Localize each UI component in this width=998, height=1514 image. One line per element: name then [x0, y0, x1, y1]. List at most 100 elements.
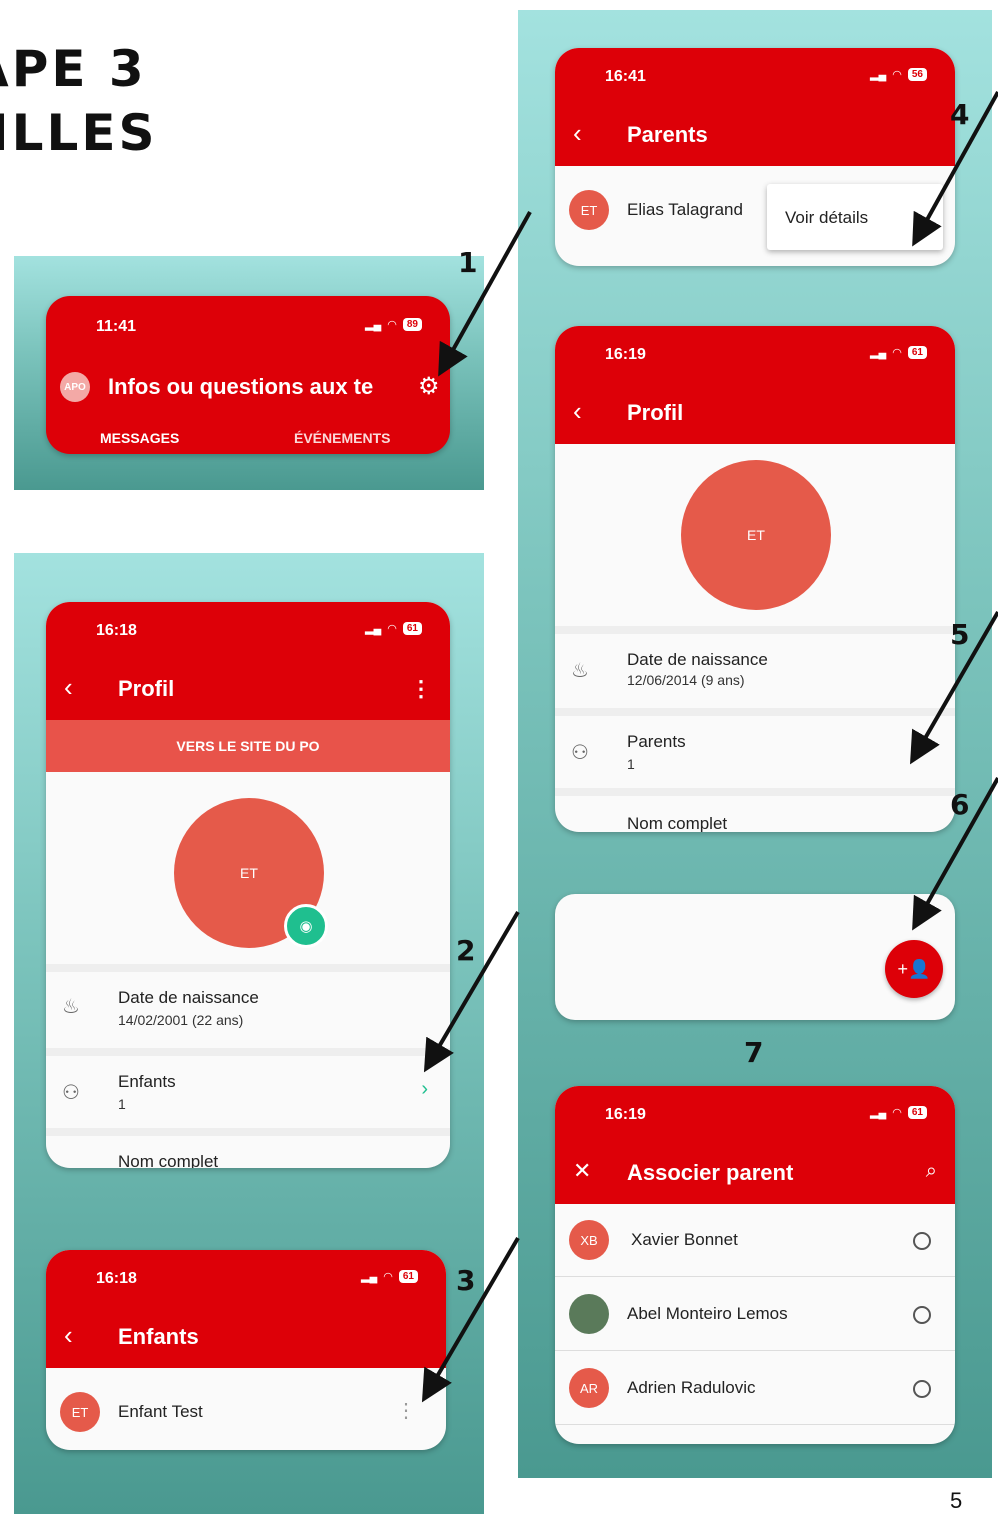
- divider: [555, 788, 955, 796]
- status-time: 16:19: [605, 346, 646, 363]
- signal-icon: ▂▄: [365, 319, 382, 331]
- screen-profil-parent: 16:18 ▂▄ ◠ 61 ‹ Profil ⋮ VERS LE SITE DU…: [46, 602, 450, 1168]
- battery-icon: 89: [402, 318, 422, 331]
- divider: [555, 1276, 955, 1277]
- step-number-4: 4: [950, 98, 970, 131]
- header-title: Profil: [627, 400, 684, 425]
- chevron-right-icon: ›: [421, 1078, 428, 1100]
- screen-parents: 16:41 ▂▄ ◠ 56 ‹ Parents ET Elias Talagra…: [555, 48, 955, 266]
- battery-icon: 56: [907, 68, 927, 81]
- parent-name[interactable]: Elias Talagrand: [627, 200, 743, 220]
- context-menu: Voir détails: [767, 184, 943, 250]
- screen-profil-child: 16:19 ▂▄ ◠ 61 ‹ Profil ET ♨ Date de nais…: [555, 326, 955, 832]
- wifi-icon: ◠: [383, 1271, 393, 1283]
- search-icon[interactable]: ⌕: [926, 1160, 937, 1183]
- signal-icon: ▂▄: [870, 347, 887, 359]
- birth-value: 14/02/2001 (22 ans): [118, 1012, 244, 1028]
- list-item[interactable]: Abel Monteiro Lemos: [555, 1278, 955, 1352]
- screen-enfants: 16:18 ▂▄ ◠ 61 ‹ Enfants ET Enfant Test ⋮: [46, 1250, 446, 1450]
- divider: [555, 1350, 955, 1351]
- child-name[interactable]: Enfant Test: [118, 1402, 203, 1422]
- status-time: 16:18: [96, 622, 137, 639]
- status-time: 16:41: [605, 68, 646, 85]
- header: 16:41 ▂▄ ◠ 56 ‹ Parents: [555, 48, 955, 166]
- fullname-label: Nom complet: [627, 814, 728, 832]
- parent-avatar: ET: [569, 190, 609, 230]
- header: 16:18 ▂▄ ◠ 61 ‹ Profil ⋮: [46, 602, 450, 720]
- step-number-3: 3: [456, 1264, 476, 1297]
- status-icons: ▂▄ ◠ 61: [870, 1106, 927, 1119]
- family-icon: ⚇: [62, 1082, 80, 1104]
- close-icon[interactable]: ✕: [573, 1158, 591, 1184]
- status-time: 16:18: [96, 1270, 137, 1287]
- step-number-6: 6: [950, 788, 970, 821]
- profile-avatar: ET: [681, 460, 831, 610]
- status-time: 16:19: [605, 1106, 646, 1123]
- wifi-icon: ◠: [892, 1107, 902, 1119]
- menu-item-view-details[interactable]: Voir détails: [785, 208, 868, 228]
- site-link-banner[interactable]: VERS LE SITE DU PO: [46, 720, 450, 772]
- divider: [46, 964, 450, 972]
- status-icons: ▂▄ ◠ 61: [361, 1270, 418, 1283]
- status-time: 11:41: [96, 318, 137, 335]
- divider: [555, 1424, 955, 1425]
- back-icon[interactable]: ‹: [64, 1320, 73, 1351]
- battery-icon: 61: [907, 1106, 927, 1119]
- battery-icon: 61: [398, 1270, 418, 1283]
- wifi-icon: ◠: [387, 319, 397, 331]
- person-name: Abel Monteiro Lemos: [627, 1304, 788, 1323]
- more-vert-icon[interactable]: ⋮: [410, 676, 432, 702]
- divider: [46, 1048, 450, 1056]
- header: 16:19 ▂▄ ◠ 61 ✕ Associer parent ⌕: [555, 1086, 955, 1204]
- parents-value: 1: [627, 756, 635, 772]
- wifi-icon: ◠: [892, 347, 902, 359]
- gear-icon[interactable]: ⚙: [418, 372, 440, 401]
- children-row[interactable]: ⚇ Enfants 1 ›: [46, 1056, 450, 1128]
- step-number-1: 1: [458, 246, 478, 279]
- more-vert-icon[interactable]: ⋮: [396, 1398, 416, 1423]
- header-title: Associer parent: [627, 1160, 794, 1185]
- person-avatar-photo: [569, 1294, 609, 1334]
- divider: [555, 626, 955, 634]
- camera-icon[interactable]: ◉: [284, 904, 328, 948]
- header: 16:18 ▂▄ ◠ 61 ‹ Enfants: [46, 1250, 446, 1368]
- page-title-line1: APE 3: [0, 40, 147, 98]
- person-avatar: AR: [569, 1368, 609, 1408]
- add-person-icon[interactable]: +👤: [885, 940, 943, 998]
- step-number-2: 2: [456, 934, 476, 967]
- person-name: Xavier Bonnet: [631, 1230, 738, 1249]
- person-name: Adrien Radulovic: [627, 1378, 756, 1397]
- list-item[interactable]: XB Xavier Bonnet: [555, 1204, 955, 1278]
- tab-messages[interactable]: MESSAGES: [100, 430, 179, 446]
- birth-value: 12/06/2014 (9 ans): [627, 672, 745, 688]
- header-title: Enfants: [118, 1324, 199, 1349]
- radio-button[interactable]: [913, 1232, 931, 1250]
- tab-events[interactable]: ÉVÉNEMENTS: [294, 430, 390, 446]
- children-label: Enfants: [118, 1072, 176, 1091]
- screen-add-parent: +👤: [555, 894, 955, 1020]
- list-item[interactable]: AR Adrien Radulovic: [555, 1352, 955, 1426]
- back-icon[interactable]: ‹: [64, 672, 73, 703]
- header: 16:19 ▂▄ ◠ 61 ‹ Profil: [555, 326, 955, 444]
- screen-associer-parent: 16:19 ▂▄ ◠ 61 ✕ Associer parent ⌕ XB Xav…: [555, 1086, 955, 1444]
- battery-icon: 61: [907, 346, 927, 359]
- back-icon[interactable]: ‹: [573, 396, 582, 427]
- step-number-5: 5: [950, 618, 970, 651]
- status-icons: ▂▄ ◠ 61: [365, 622, 422, 635]
- back-icon[interactable]: ‹: [573, 118, 582, 149]
- cake-icon: ♨: [571, 660, 589, 682]
- status-icons: ▂▄ ◠ 89: [365, 318, 422, 331]
- children-value: 1: [118, 1096, 126, 1112]
- parents-row[interactable]: ⚇ Parents 1: [555, 716, 955, 788]
- group-title: Infos ou questions aux te: [108, 374, 374, 399]
- header-title: Parents: [627, 122, 708, 147]
- family-icon: ⚇: [571, 742, 589, 764]
- status-icons: ▂▄ ◠ 61: [870, 346, 927, 359]
- person-avatar: XB: [569, 1220, 609, 1260]
- radio-button[interactable]: [913, 1306, 931, 1324]
- signal-icon: ▂▄: [361, 1271, 378, 1283]
- radio-button[interactable]: [913, 1380, 931, 1398]
- battery-icon: 61: [402, 622, 422, 635]
- birth-label: Date de naissance: [118, 988, 259, 1007]
- group-logo[interactable]: APO: [60, 372, 90, 402]
